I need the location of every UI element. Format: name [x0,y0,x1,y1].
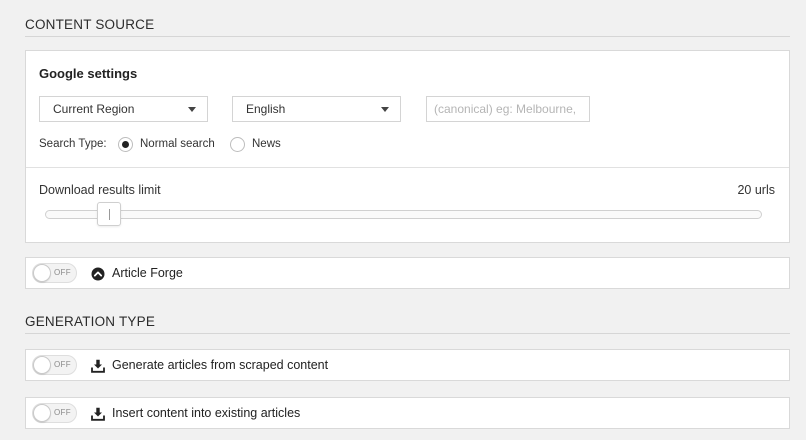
toggle-state-text: OFF [54,268,71,277]
normal-search-label[interactable]: Normal search [140,138,215,150]
article-forge-label[interactable]: Article Forge [112,266,183,280]
generate-from-scraped-row: OFF Generate articles from scraped conte… [25,349,790,381]
language-select[interactable]: English [232,96,401,122]
region-select[interactable]: Current Region [39,96,208,122]
download-limit-slider-track[interactable] [45,210,762,219]
insert-into-existing-label[interactable]: Insert content into existing articles [112,406,300,420]
download-limit-value: 20 urls [737,183,775,197]
article-forge-toggle[interactable]: OFF [32,263,77,283]
normal-search-radio[interactable] [118,137,133,152]
content-source-heading: CONTENT SOURCE [25,17,790,37]
location-input[interactable] [426,96,590,122]
caret-down-icon [188,107,196,112]
download-limit-label: Download results limit [39,183,161,197]
toggle-knob [33,404,51,422]
toggle-knob [33,356,51,374]
toggle-state-text: OFF [54,360,71,369]
chevron-up-circle-icon[interactable] [91,267,105,281]
toggle-state-text: OFF [54,408,71,417]
news-radio[interactable] [230,137,245,152]
google-settings-title: Google settings [39,66,138,81]
generation-type-heading: GENERATION TYPE [25,314,790,334]
generate-from-scraped-label[interactable]: Generate articles from scraped content [112,358,328,372]
google-settings-panel: Google settings Current Region English S… [25,50,790,243]
download-icon [91,407,105,421]
region-select-value: Current Region [53,102,135,116]
generate-from-scraped-toggle[interactable]: OFF [32,355,77,375]
language-select-value: English [246,102,286,116]
news-label[interactable]: News [252,138,281,150]
insert-into-existing-toggle[interactable]: OFF [32,403,77,423]
download-icon [91,359,105,373]
search-type-label: Search Type: [39,138,107,150]
insert-into-existing-row: OFF Insert content into existing article… [25,397,790,429]
toggle-knob [33,264,51,282]
download-limit-slider-handle[interactable] [96,202,121,226]
caret-down-icon [381,107,389,112]
article-forge-row: OFF Article Forge [25,257,790,289]
panel-divider [26,167,789,168]
